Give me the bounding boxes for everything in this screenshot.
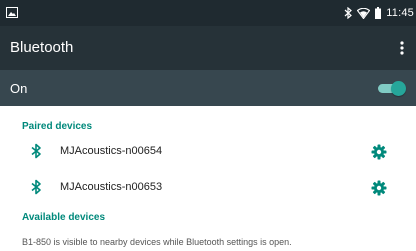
- toggle-thumb: [391, 81, 406, 96]
- bluetooth-icon: [31, 143, 41, 159]
- status-bar: 11:45: [0, 0, 416, 26]
- image-notification-icon: [6, 7, 18, 18]
- bluetooth-icon: [344, 7, 353, 19]
- gear-icon[interactable]: [371, 144, 387, 160]
- status-icons: 11:45: [344, 0, 416, 26]
- gear-icon[interactable]: [371, 180, 387, 196]
- device-name: MJAcoustics-n00654: [60, 145, 163, 157]
- app-bar: Bluetooth: [0, 26, 416, 70]
- page-title: Bluetooth: [10, 39, 74, 56]
- bluetooth-icon: [31, 179, 41, 195]
- paired-device-row[interactable]: MJAcoustics-n00653: [0, 173, 416, 203]
- overflow-menu-icon[interactable]: [400, 41, 404, 55]
- bluetooth-master-switch-bar[interactable]: On: [0, 70, 416, 106]
- available-devices-header: Available devices: [22, 212, 106, 223]
- battery-icon: [375, 7, 382, 19]
- paired-device-row[interactable]: MJAcoustics-n00654: [0, 137, 416, 167]
- status-time: 11:45: [386, 7, 414, 19]
- bluetooth-toggle[interactable]: [378, 81, 406, 96]
- visibility-note: B1-850 is visible to nearby devices whil…: [22, 237, 292, 247]
- master-switch-label: On: [10, 81, 28, 96]
- device-name: MJAcoustics-n00653: [60, 181, 163, 193]
- wifi-icon: [357, 7, 371, 19]
- paired-devices-header: Paired devices: [22, 121, 93, 132]
